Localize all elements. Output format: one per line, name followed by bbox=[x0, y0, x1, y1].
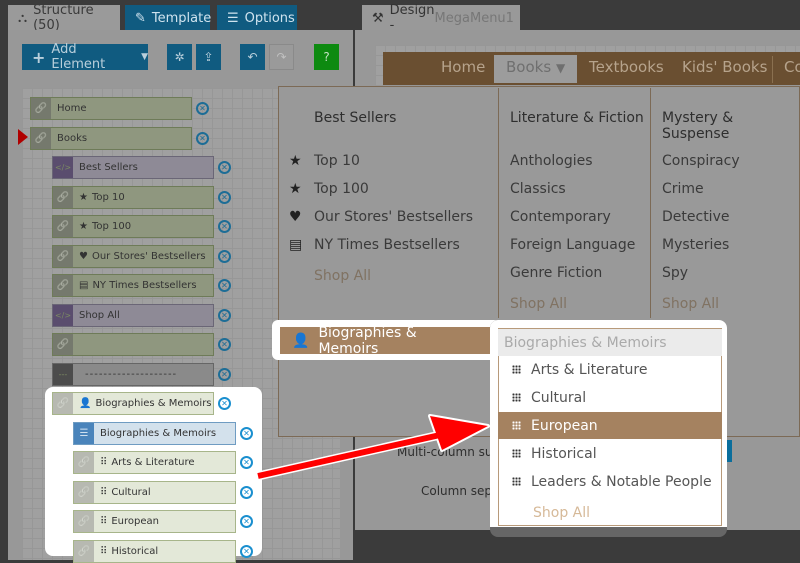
red-arrow bbox=[253, 414, 490, 481]
